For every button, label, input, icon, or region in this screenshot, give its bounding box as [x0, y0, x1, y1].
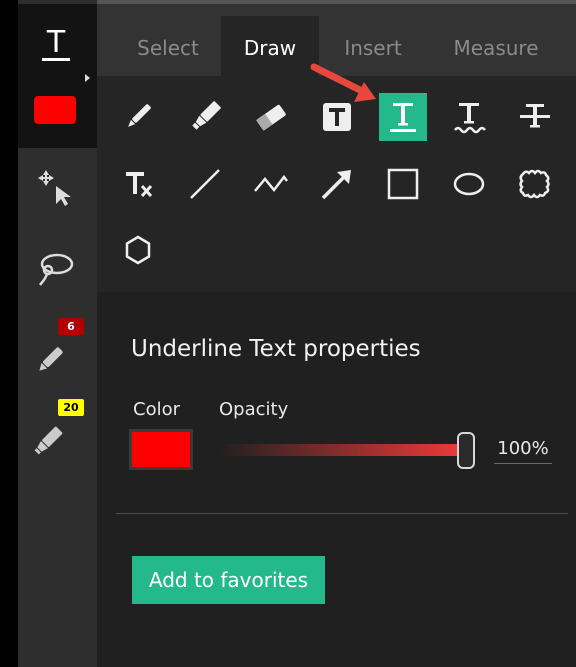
- ellipse-icon: [453, 172, 485, 196]
- cloud-tool-button[interactable]: [511, 160, 559, 208]
- text-tool-icon[interactable]: T: [38, 22, 74, 62]
- pan-select-icon[interactable]: [36, 168, 76, 208]
- opacity-slider-thumb[interactable]: [457, 432, 475, 469]
- clear-text-format-icon: [126, 172, 153, 198]
- underline-text-tool-button[interactable]: [379, 93, 427, 141]
- divider: [116, 513, 568, 514]
- opacity-label: Opacity: [219, 399, 289, 420]
- color-label: Color: [133, 399, 180, 420]
- properties-title: Underline Text properties: [131, 336, 421, 362]
- highlighter-tool-button[interactable]: [181, 93, 229, 141]
- polyline-icon: [254, 174, 288, 193]
- eraser-icon: [256, 104, 286, 131]
- line-icon: [190, 169, 220, 199]
- properties-panel: Underline Text properties Color Opacity …: [97, 292, 576, 667]
- highlighter-count-badge: 20: [58, 399, 84, 416]
- highlighter-icon: [192, 101, 221, 130]
- squiggly-text-tool-button[interactable]: [445, 93, 493, 141]
- left-toolbar: T 6 20: [18, 0, 97, 667]
- eraser-tool-button[interactable]: [247, 93, 295, 141]
- rail-tool-glyph: T: [46, 25, 66, 60]
- squiggly-text-icon: [454, 103, 486, 134]
- rectangle-icon: [387, 168, 419, 200]
- add-to-favorites-button[interactable]: Add to favorites: [132, 556, 325, 604]
- pen-tool-button[interactable]: [114, 93, 162, 141]
- opacity-value-input[interactable]: 100%: [494, 438, 552, 464]
- polyline-tool-button[interactable]: [247, 160, 295, 208]
- pen-icon: [128, 104, 151, 127]
- color-picker-swatch[interactable]: [132, 432, 190, 467]
- tab-select[interactable]: Select: [122, 16, 214, 76]
- strikeout-text-tool-button[interactable]: [511, 93, 559, 141]
- callout-arrow-icon: [310, 63, 376, 102]
- strikeout-text-icon: [520, 104, 550, 128]
- tab-measure[interactable]: Measure: [434, 16, 558, 76]
- highlighter-icon[interactable]: [30, 423, 66, 459]
- clear-text-format-tool-button[interactable]: [114, 160, 162, 208]
- tool-options-caret[interactable]: [85, 74, 90, 82]
- rectangle-tool-button[interactable]: [379, 160, 427, 208]
- underline-text-icon: [390, 103, 416, 132]
- window-edge: [0, 0, 18, 667]
- active-tool-panel[interactable]: T: [18, 4, 97, 148]
- opacity-slider-track[interactable]: [219, 444, 465, 456]
- current-color-swatch[interactable]: [34, 96, 76, 124]
- arrow-icon: [321, 170, 351, 200]
- draw-tools-grid: [97, 76, 576, 292]
- cloud-icon: [519, 169, 550, 199]
- pen-count-badge: 6: [58, 318, 84, 335]
- arrow-tool-button[interactable]: [313, 160, 361, 208]
- polygon-icon: [125, 235, 151, 265]
- polygon-tool-button[interactable]: [114, 226, 162, 274]
- line-tool-button[interactable]: [181, 160, 229, 208]
- lasso-icon[interactable]: [36, 250, 76, 290]
- ellipse-tool-button[interactable]: [445, 160, 493, 208]
- pen-icon[interactable]: [32, 342, 68, 378]
